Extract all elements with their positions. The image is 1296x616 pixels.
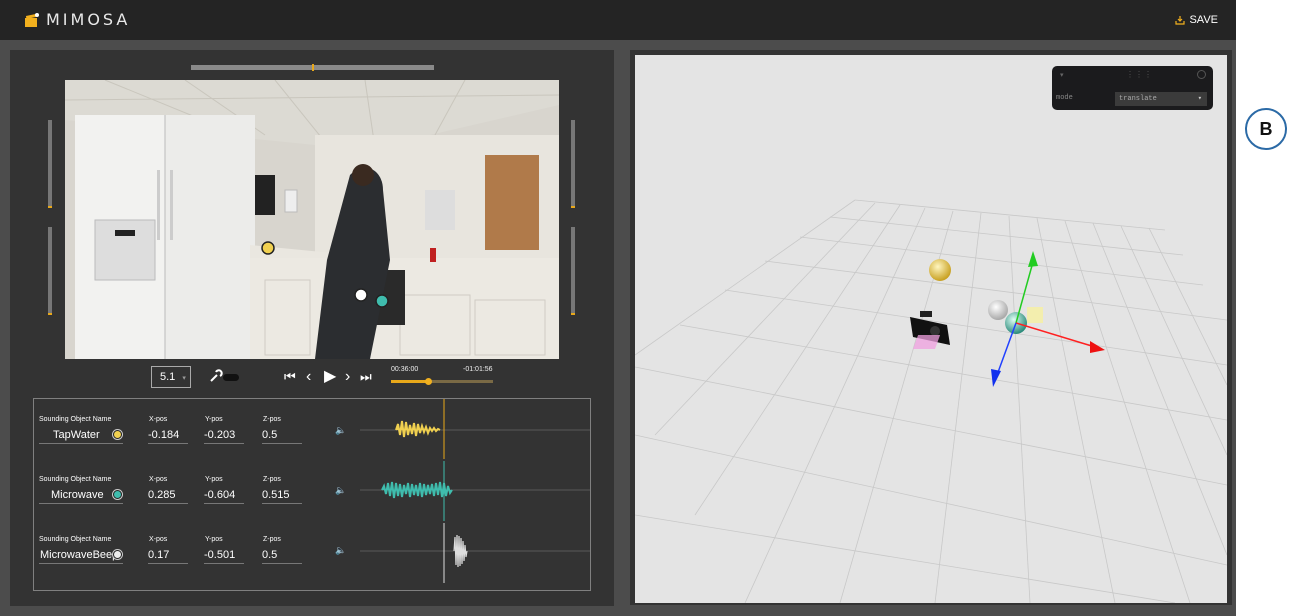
tapwater-sphere[interactable]	[929, 259, 951, 281]
waveform[interactable]	[360, 399, 590, 459]
kitchen-scene	[65, 80, 559, 359]
tapwater-marker[interactable]	[261, 241, 275, 255]
progress-bar[interactable]	[391, 378, 493, 385]
chevron-down-icon: ▾	[182, 375, 186, 382]
x-label: X-pos	[149, 416, 168, 423]
progress-fill	[391, 380, 429, 383]
mode-select[interactable]: translate ▾	[1115, 92, 1207, 106]
skip-end-icon[interactable]: ⏭	[360, 366, 372, 388]
x-pos-field[interactable]: 0.285	[148, 489, 188, 504]
object-name-field[interactable]: TapWater	[39, 429, 123, 444]
microwavebeep-marker[interactable]	[354, 288, 368, 302]
download-icon	[1175, 16, 1186, 25]
color-dot[interactable]	[113, 550, 122, 559]
gui-title-bar[interactable]: ▾ ⋮⋮⋮	[1052, 66, 1213, 86]
waveform[interactable]	[360, 461, 590, 521]
waveform[interactable]	[360, 523, 590, 583]
scene-canvas	[635, 199, 1227, 603]
step-forward-icon[interactable]: ›	[345, 366, 350, 388]
left-level-meter-top	[48, 120, 52, 208]
x-axis-arrow[interactable]	[1090, 341, 1105, 353]
transform-gui-panel: ▾ ⋮⋮⋮ mode translate ▾	[1052, 66, 1213, 110]
progress-knob[interactable]	[425, 378, 433, 385]
x-label: X-pos	[149, 536, 168, 543]
remaining-time: -01:01:56	[463, 366, 493, 373]
footer-strip	[0, 606, 1236, 616]
name-label: Sounding Object Name	[39, 536, 112, 543]
speed-value: 5.1	[160, 371, 176, 383]
object-name-field[interactable]: Microwave	[39, 489, 123, 504]
microwavebeep-sphere[interactable]	[988, 300, 1008, 320]
chevron-down-icon: ▾	[1197, 95, 1202, 103]
y-pos-field[interactable]: -0.501	[204, 549, 244, 564]
speaker-icon[interactable]: 🔈	[335, 425, 346, 436]
video-frame[interactable]	[65, 80, 559, 359]
z-axis-arrow[interactable]	[991, 369, 1001, 387]
left-level-meter-bottom	[48, 227, 52, 315]
sound-tracks-panel: Sounding Object Name TapWater X-pos -0.1…	[33, 398, 591, 591]
track-row: Sounding Object Name Microwave X-pos 0.2…	[34, 461, 590, 521]
object-name-field[interactable]: MicrowaveBeep	[39, 549, 123, 564]
y-pos-field[interactable]: -0.604	[204, 489, 244, 504]
z-pos-field[interactable]: 0.5	[262, 429, 302, 444]
save-button[interactable]: SAVE	[1175, 14, 1218, 26]
settings-toggle[interactable]	[223, 374, 239, 381]
right-level-meter-top	[571, 120, 575, 208]
playback-controls: 5.1 ▾ ⏮ ‹ ▶ › ⏭ 00:36:00 -01:01:56	[151, 366, 571, 390]
current-time: 00:36:00	[391, 366, 419, 373]
y-pos-field[interactable]: -0.203	[204, 429, 244, 444]
track-row: Sounding Object Name TapWater X-pos -0.1…	[34, 399, 590, 459]
scene-3d-viewport[interactable]	[630, 50, 1232, 605]
app-title: MIMOSA	[46, 10, 131, 29]
step-back-icon[interactable]: ‹	[306, 366, 311, 388]
speaker-icon[interactable]: 🔈	[335, 485, 346, 496]
name-label: Sounding Object Name	[39, 476, 112, 483]
y-label: Y-pos	[205, 536, 223, 543]
speaker-icon[interactable]: 🔈	[335, 545, 346, 556]
drag-handle-icon[interactable]: ⋮⋮⋮	[1126, 70, 1153, 79]
z-label: Z-pos	[263, 416, 281, 423]
x-pos-field[interactable]: -0.184	[148, 429, 188, 444]
color-dot[interactable]	[113, 490, 122, 499]
mode-value: translate	[1119, 95, 1157, 103]
video-panel: 5.1 ▾ ⏮ ‹ ▶ › ⏭ 00:36:00 -01:01:56 Sound…	[10, 50, 614, 610]
x-pos-field[interactable]: 0.17	[148, 549, 188, 564]
gizmo-plane-xy[interactable]	[1027, 307, 1043, 323]
logo-icon	[25, 12, 39, 27]
annotation-badge: B	[1245, 108, 1287, 150]
save-label: SAVE	[1189, 14, 1218, 26]
y-label: Y-pos	[205, 476, 223, 483]
play-icon[interactable]: ▶	[324, 366, 336, 388]
mode-label: mode	[1056, 94, 1073, 102]
name-label: Sounding Object Name	[39, 416, 112, 423]
skip-start-icon[interactable]: ⏮	[284, 366, 296, 388]
collapse-icon[interactable]: ▾	[1060, 71, 1064, 79]
app-logo: MIMOSA	[24, 10, 130, 29]
z-label: Z-pos	[263, 536, 281, 543]
settings-icon[interactable]	[1197, 70, 1206, 79]
app-header: MIMOSA SAVE	[0, 0, 1236, 40]
x-label: X-pos	[149, 476, 168, 483]
z-label: Z-pos	[263, 476, 281, 483]
right-level-meter-bottom	[571, 227, 575, 315]
scrubber-marker[interactable]	[312, 64, 314, 71]
z-pos-field[interactable]: 0.515	[262, 489, 302, 504]
y-axis-arrow[interactable]	[1028, 251, 1038, 267]
wrench-icon[interactable]	[209, 369, 223, 383]
z-pos-field[interactable]: 0.5	[262, 549, 302, 564]
speed-select[interactable]: 5.1 ▾	[151, 366, 191, 388]
y-label: Y-pos	[205, 416, 223, 423]
microwave-marker[interactable]	[375, 294, 389, 308]
timeline-scrubber[interactable]	[191, 64, 434, 71]
track-row: Sounding Object Name MicrowaveBeep X-pos…	[34, 523, 590, 583]
color-dot[interactable]	[113, 430, 122, 439]
